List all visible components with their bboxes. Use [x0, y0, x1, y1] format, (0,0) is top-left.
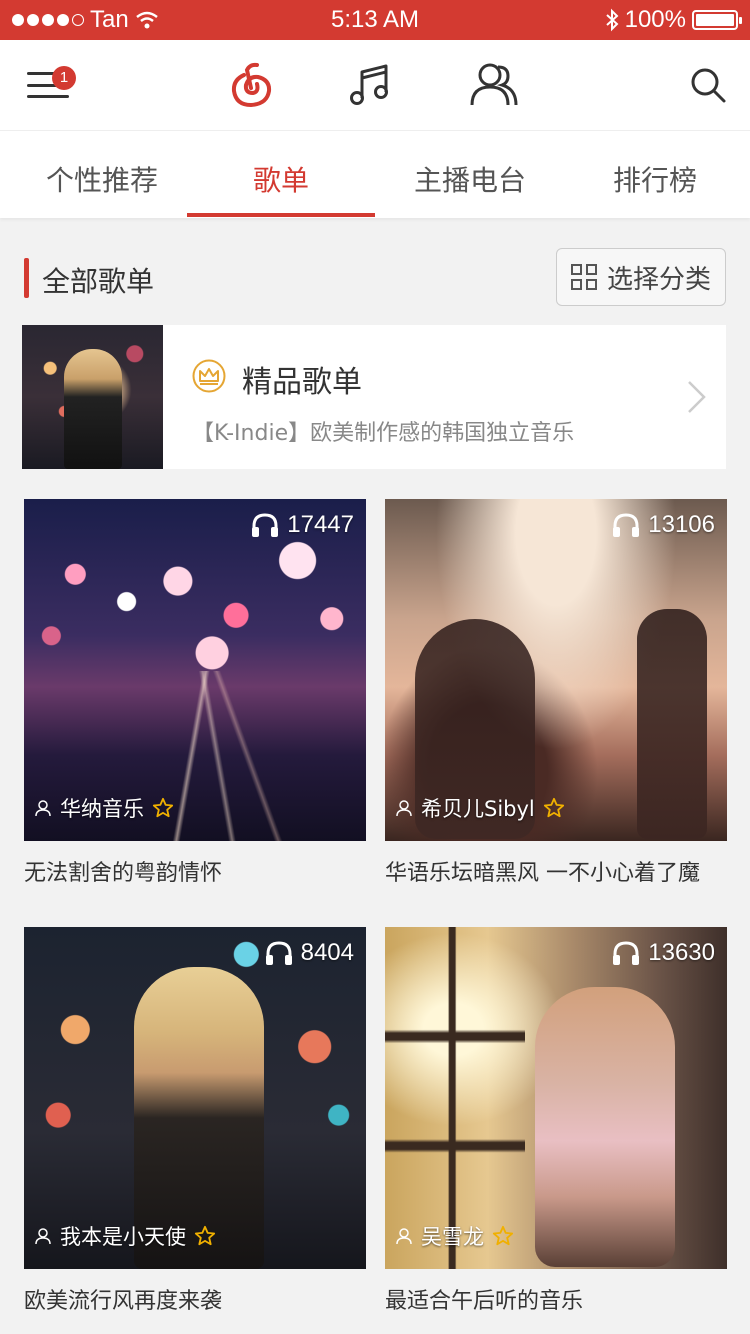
battery-percent: 100%: [624, 6, 686, 33]
playlist-card[interactable]: 13630 吴雪龙 最适合午后听的音乐: [385, 927, 727, 1315]
crown-icon: [192, 359, 226, 393]
top-nav: 1: [0, 40, 750, 130]
section-header: 全部歌单 选择分类: [24, 248, 726, 306]
playlist-card[interactable]: 8404 我本是小天使 欧美流行风再度来袭: [24, 927, 366, 1315]
creator-name: 华纳音乐: [60, 797, 144, 821]
status-bar: Tan 5:13 AM 100%: [0, 0, 750, 40]
headphones-icon: [252, 513, 279, 537]
user-icon: [35, 1228, 51, 1245]
status-right: 100%: [605, 6, 742, 34]
play-count-value: 17447: [287, 511, 354, 538]
playlist-cover: 13106 希贝儿Sibyl: [385, 499, 727, 841]
playlist-cover: 8404 我本是小天使: [24, 927, 366, 1269]
my-music-button[interactable]: [346, 40, 394, 130]
grid-icon: [570, 264, 597, 290]
play-count: 13106: [612, 511, 715, 539]
featured-subtitle: 【K-Indie】欧美制作感的韩国独立音乐: [192, 421, 575, 446]
playlist-cover: 13630 吴雪龙: [385, 927, 727, 1269]
select-category-label: 选择分类: [606, 264, 711, 295]
tab-radio[interactable]: 主播电台: [376, 131, 564, 219]
friends-icon: [470, 63, 518, 106]
playlist-title: 华语乐坛暗黑风 一不小心着了魔: [385, 861, 700, 886]
star-icon: [492, 1225, 514, 1246]
music-note-icon: [350, 64, 388, 105]
play-count: 17447: [251, 511, 354, 539]
featured-playlist-banner[interactable]: 精品歌单 【K-Indie】欧美制作感的韩国独立音乐: [22, 325, 726, 469]
playlist-card[interactable]: 13106 希贝儿Sibyl 华语乐坛暗黑风 一不小心着了魔: [385, 499, 727, 887]
discover-button[interactable]: [228, 40, 276, 130]
creator-name: 吴雪龙: [421, 1225, 484, 1249]
tab-bar: 个性推荐 歌单 主播电台 排行榜: [0, 130, 750, 218]
play-count-value: 13106: [648, 511, 715, 538]
play-count-value: 8404: [300, 939, 354, 966]
play-count-value: 13630: [648, 939, 715, 966]
user-icon: [35, 800, 51, 817]
creator-name: 希贝儿Sibyl: [421, 797, 535, 821]
headphones-icon: [613, 513, 640, 537]
playlist-card[interactable]: 17447 华纳音乐 无法割舍的粤韵情怀: [24, 499, 366, 887]
section-accent-bar: [24, 258, 29, 298]
tab-charts[interactable]: 排行榜: [561, 131, 749, 219]
section-title: 全部歌单: [42, 265, 155, 298]
creator: 希贝儿Sibyl: [395, 793, 565, 823]
search-icon: [691, 68, 726, 103]
play-count: 8404: [265, 939, 354, 967]
user-icon: [396, 800, 412, 817]
creator: 我本是小天使: [34, 1221, 216, 1251]
playlist-cover: 17447 华纳音乐: [24, 499, 366, 841]
playlist-title: 最适合午后听的音乐: [385, 1289, 584, 1314]
play-count: 13630: [612, 939, 715, 967]
tab-recommend[interactable]: 个性推荐: [8, 131, 196, 219]
creator-name: 我本是小天使: [60, 1225, 186, 1249]
star-icon: [194, 1225, 216, 1246]
creator: 吴雪龙: [395, 1221, 514, 1251]
chevron-right-icon: [688, 381, 706, 413]
netease-music-logo-icon: [231, 62, 272, 108]
creator: 华纳音乐: [34, 793, 174, 823]
featured-thumbnail: [22, 325, 163, 469]
headphones-icon: [265, 941, 292, 965]
bluetooth-icon: [605, 8, 619, 32]
notification-badge: 1: [52, 66, 76, 90]
playlist-title: 欧美流行风再度来袭: [24, 1289, 223, 1314]
featured-title: 精品歌单: [242, 365, 362, 400]
tab-playlists[interactable]: 歌单: [187, 131, 375, 219]
search-button[interactable]: [684, 40, 732, 130]
battery-icon: [692, 10, 742, 30]
select-category-button[interactable]: 选择分类: [556, 248, 726, 306]
menu-button[interactable]: 1: [20, 40, 76, 130]
headphones-icon: [613, 941, 640, 965]
user-icon: [396, 1228, 412, 1245]
playlist-title: 无法割舍的粤韵情怀: [24, 861, 223, 886]
friends-button[interactable]: [466, 40, 522, 130]
star-icon: [152, 797, 174, 818]
star-icon: [543, 797, 564, 818]
